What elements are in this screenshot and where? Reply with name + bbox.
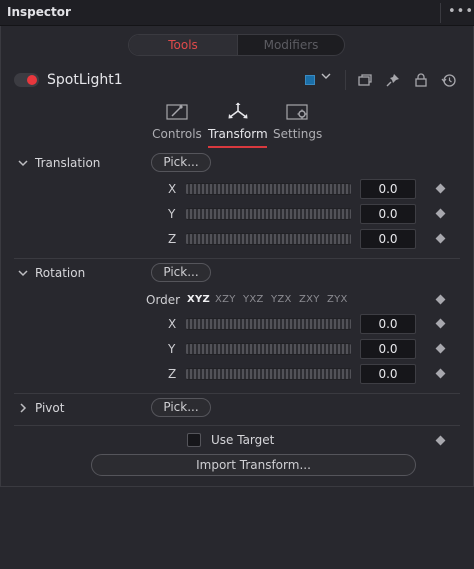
pivot-label: Pivot xyxy=(35,401,65,415)
keyframe-diamond-icon[interactable] xyxy=(435,343,446,354)
order-option-xzy[interactable]: XZY xyxy=(215,294,236,305)
inspector-subtabs: Controls Transform Settings xyxy=(0,98,474,150)
keyframe-diamond-icon[interactable] xyxy=(435,294,446,305)
axis-label: X xyxy=(168,182,177,196)
tab-controls-label: Controls xyxy=(152,127,202,141)
chevron-down-icon[interactable] xyxy=(320,70,334,86)
rotation-z-input[interactable]: 0.0 xyxy=(360,364,416,384)
order-option-zyx[interactable]: ZYX xyxy=(327,294,348,305)
tab-settings-label: Settings xyxy=(273,127,323,141)
axis-label: Y xyxy=(168,342,176,356)
header-divider xyxy=(440,3,441,23)
tab-transform[interactable]: Transform xyxy=(208,98,268,148)
rotation-y-slider[interactable] xyxy=(186,343,351,355)
order-option-yxz[interactable]: YXZ xyxy=(243,294,264,305)
transform-icon xyxy=(225,102,251,122)
chevron-down-icon[interactable] xyxy=(17,157,29,169)
rotation-pick-button[interactable]: Pick... xyxy=(151,263,211,282)
keyframe-diamond-icon[interactable] xyxy=(435,435,446,446)
rotation-order-row: Order XYZ XZY YXZ YZX ZXY ZYX xyxy=(0,289,474,311)
versions-icon[interactable] xyxy=(357,72,373,88)
translation-x-input[interactable]: 0.0 xyxy=(360,179,416,199)
order-option-zxy[interactable]: ZXY xyxy=(299,294,320,305)
rotation-z-row: Z 0.0 xyxy=(0,363,474,385)
translation-y-slider[interactable] xyxy=(186,208,351,220)
order-option-xyz[interactable]: XYZ xyxy=(187,294,210,305)
axis-label: Y xyxy=(168,207,176,221)
rotation-label: Rotation xyxy=(35,266,86,280)
chevron-right-icon[interactable] xyxy=(17,402,29,414)
active-tab-indicator xyxy=(208,146,267,148)
use-target-checkbox[interactable] xyxy=(187,433,201,447)
tab-settings[interactable]: Settings xyxy=(273,98,323,148)
axis-label: X xyxy=(168,317,177,331)
tab-modifiers[interactable]: Modifiers xyxy=(237,35,344,55)
pivot-pick-button[interactable]: Pick... xyxy=(151,398,211,417)
translation-label: Translation xyxy=(35,156,101,170)
panel-bottom-border xyxy=(0,486,474,487)
rotation-x-slider[interactable] xyxy=(186,318,351,330)
panel-title: Inspector xyxy=(7,5,71,19)
translation-y-input[interactable]: 0.0 xyxy=(360,204,416,224)
tab-tools[interactable]: Tools xyxy=(129,35,237,55)
pivot-section-header[interactable]: Pivot Pick... xyxy=(0,397,474,421)
use-target-row: Use Target xyxy=(0,428,474,450)
keyframe-diamond-icon[interactable] xyxy=(435,208,446,219)
node-enable-toggle[interactable] xyxy=(14,73,39,87)
rotation-section-header[interactable]: Rotation Pick... xyxy=(0,262,474,286)
rotation-y-input[interactable]: 0.0 xyxy=(360,339,416,359)
translation-z-row: Z 0.0 xyxy=(0,228,474,250)
rotation-y-row: Y 0.0 xyxy=(0,338,474,360)
tab-transform-label: Transform xyxy=(208,127,268,141)
reset-icon[interactable] xyxy=(441,72,457,88)
translation-x-row: X 0.0 xyxy=(0,178,474,200)
section-divider xyxy=(14,425,460,426)
node-color-chip[interactable] xyxy=(305,75,315,85)
more-options-icon[interactable]: ••• xyxy=(448,4,473,22)
section-divider xyxy=(14,258,460,259)
rotation-x-row: X 0.0 xyxy=(0,313,474,335)
translation-z-input[interactable]: 0.0 xyxy=(360,229,416,249)
translation-section-header[interactable]: Translation Pick... xyxy=(0,152,474,176)
node-header-row: SpotLight1 xyxy=(0,62,474,98)
chevron-down-icon[interactable] xyxy=(17,267,29,279)
axis-label: Z xyxy=(168,367,177,381)
inspector-header: Inspector ••• xyxy=(0,0,474,26)
keyframe-diamond-icon[interactable] xyxy=(435,318,446,329)
translation-y-row: Y 0.0 xyxy=(0,203,474,225)
pin-icon[interactable] xyxy=(385,72,401,88)
rotation-z-slider[interactable] xyxy=(186,368,351,380)
translation-z-slider[interactable] xyxy=(186,233,351,245)
tab-controls[interactable]: Controls xyxy=(150,98,204,148)
axis-label: Z xyxy=(168,232,177,246)
use-target-label: Use Target xyxy=(211,433,275,447)
keyframe-diamond-icon[interactable] xyxy=(435,368,446,379)
section-divider xyxy=(14,393,460,394)
node-row-divider xyxy=(345,70,346,90)
lock-icon[interactable] xyxy=(413,72,429,88)
import-transform-button[interactable]: Import Transform... xyxy=(91,454,416,476)
keyframe-diamond-icon[interactable] xyxy=(435,183,446,194)
translation-pick-button[interactable]: Pick... xyxy=(151,153,211,172)
node-name: SpotLight1 xyxy=(47,72,123,88)
translation-x-slider[interactable] xyxy=(186,183,351,195)
order-option-yzx[interactable]: YZX xyxy=(271,294,292,305)
rotation-order-label: Order xyxy=(146,293,181,307)
keyframe-diamond-icon[interactable] xyxy=(435,233,446,244)
tools-modifiers-switch: Tools Modifiers xyxy=(128,34,345,56)
rotation-x-input[interactable]: 0.0 xyxy=(360,314,416,334)
toggle-indicator xyxy=(27,75,37,85)
controls-icon xyxy=(164,102,190,122)
settings-icon xyxy=(284,102,310,122)
